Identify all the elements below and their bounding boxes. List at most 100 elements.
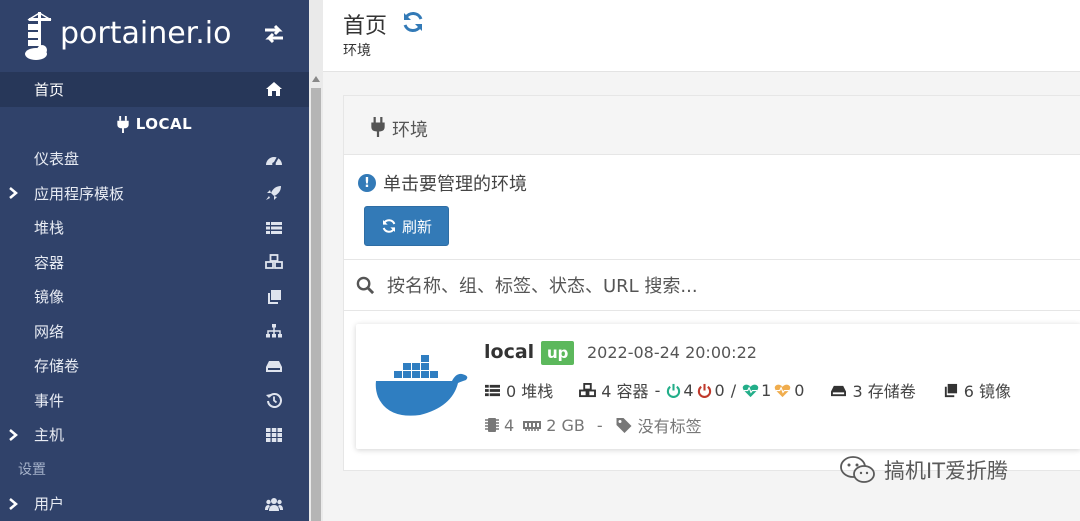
logo-text: portainer.io [60, 15, 232, 51]
sidebar-item-label: 仪表盘 [34, 150, 80, 169]
sidebar-item-app-templates[interactable]: 应用程序模板 [0, 176, 309, 211]
hdd-icon [266, 360, 282, 372]
memory-amount: 2 GB [546, 415, 585, 435]
microchip-icon [485, 418, 499, 432]
sidebar-item-label: 首页 [34, 81, 65, 99]
portainer-logo-icon [25, 12, 52, 60]
sidebar-item-containers[interactable]: 容器 [0, 245, 309, 280]
tags-label: 没有标签 [637, 417, 702, 436]
stopped-count: 0 [714, 380, 725, 400]
sidebar-nav: 首页 LOCAL 仪表盘 应用程序模板 堆栈 容器 镜像 网络 存储卷 事件 主… [0, 72, 309, 521]
info-icon: ! [358, 174, 376, 192]
sidebar-item-label: 用户 [34, 495, 65, 514]
hint-label: 单击要管理的环境 [383, 174, 527, 195]
power-off-icon [697, 383, 711, 398]
tags-icon [616, 418, 632, 433]
chevron-right-icon [9, 497, 18, 510]
endpoint-label: LOCAL [135, 115, 193, 134]
scrollbar-thumb[interactable] [311, 88, 321, 521]
environments-panel: 环境 ! 单击要管理的环境 刷新 local up 20 [343, 95, 1080, 471]
memory-icon [523, 421, 542, 431]
search-icon [356, 276, 375, 295]
wechat-icon [840, 456, 875, 483]
stacks-stat: 0 堆栈 [484, 378, 553, 402]
clone-icon [944, 383, 957, 397]
sidebar-item-host[interactable]: 主机 [0, 418, 309, 453]
running-count: 4 [683, 380, 694, 400]
sidebar-section-settings: 设置 [0, 452, 309, 487]
stacks-count: 0 堆栈 [506, 382, 554, 401]
refresh-icon[interactable] [401, 10, 425, 34]
scroll-up-arrow-icon[interactable] [312, 76, 320, 82]
tachometer-icon [266, 156, 282, 166]
list-icon [485, 384, 500, 396]
separator-dash: - [654, 380, 661, 400]
sidebar-item-events[interactable]: 事件 [0, 383, 309, 418]
sidebar-item-label: 镜像 [34, 288, 65, 307]
clone-icon [268, 289, 281, 304]
sidebar-item-dashboard[interactable]: 仪表盘 [0, 142, 309, 177]
panel-header: 环境 [344, 96, 1080, 155]
sidebar-item-volumes[interactable]: 存储卷 [0, 349, 309, 384]
list-icon [266, 221, 282, 234]
environment-name: local [484, 341, 535, 363]
unhealthy-count: 0 [794, 380, 805, 400]
refresh-button[interactable]: 刷新 [364, 206, 449, 246]
docker-logo-icon [375, 355, 468, 416]
panel-title: 环境 [392, 120, 428, 141]
containers-count: 4 容器 [601, 382, 649, 401]
history-icon [266, 393, 282, 408]
watermark-text: 搞机IT爱折腾 [884, 459, 1009, 483]
section-label: 设置 [18, 462, 46, 479]
refresh-button-label: 刷新 [401, 217, 432, 236]
sidebar-item-users[interactable]: 用户 [0, 487, 309, 521]
separator-dash: - [596, 415, 603, 435]
plug-icon [371, 117, 385, 137]
sidebar-item-label: 存储卷 [34, 357, 80, 376]
power-on-icon [667, 383, 681, 398]
sitemap-icon [266, 324, 282, 338]
volumes-stat: 3 存储卷 [830, 378, 916, 402]
sidebar-endpoint-local[interactable]: LOCAL [0, 107, 309, 142]
cubes-icon [265, 254, 283, 269]
users-icon [265, 497, 283, 511]
healthy-count: 1 [761, 380, 772, 400]
sidebar-item-images[interactable]: 镜像 [0, 280, 309, 315]
hdd-icon [831, 385, 847, 396]
separator-slash: / [730, 380, 737, 400]
chevron-right-icon [9, 187, 18, 199]
environment-resources: 4 2 GB - 没有标签 [484, 413, 702, 437]
heartbeat-warning-icon [775, 384, 791, 397]
images-stat: 6 镜像 [942, 378, 1011, 402]
sidebar-item-label: 网络 [34, 322, 65, 341]
sidebar-item-label: 容器 [34, 253, 65, 272]
cubes-icon [579, 382, 597, 397]
containers-stat: 4 容器 - 4 0 / 1 0 [579, 378, 830, 402]
environment-item-local[interactable]: local up 2022-08-24 20:00:22 0 堆栈 4 容器 -… [356, 324, 1080, 449]
sidebar-item-networks[interactable]: 网络 [0, 314, 309, 349]
home-icon [266, 82, 282, 96]
sidebar-item-label: 堆栈 [34, 219, 65, 238]
logo-bar: portainer.io [0, 0, 309, 72]
watermark: 搞机IT爱折腾 [840, 455, 1008, 485]
environment-stats: 0 堆栈 4 容器 - 4 0 / 1 0 3 存储卷 6 镜像 [484, 378, 1011, 402]
breadcrumb: 环境 [343, 43, 371, 59]
sidebar-scrollbar[interactable] [309, 0, 323, 521]
cpu-count: 4 [504, 415, 515, 435]
refresh-icon [382, 219, 396, 233]
rocket-icon [266, 186, 281, 200]
page-header: 首页 环境 [323, 0, 1080, 72]
search-bar [344, 259, 1080, 311]
search-input[interactable] [387, 270, 1037, 302]
sidebar-item-label: 事件 [34, 391, 65, 410]
sidebar-item-label: 主机 [34, 426, 65, 445]
volumes-count: 3 存储卷 [852, 382, 916, 401]
exchange-icon[interactable] [262, 22, 286, 46]
environment-timestamp: 2022-08-24 20:00:22 [587, 343, 757, 362]
heartbeat-icon [742, 384, 759, 397]
images-count: 6 镜像 [963, 382, 1012, 401]
status-badge: up [541, 341, 575, 365]
sidebar-item-stacks[interactable]: 堆栈 [0, 211, 309, 246]
hint-text: ! 单击要管理的环境 [358, 170, 527, 196]
sidebar-item-home[interactable]: 首页 [0, 72, 309, 107]
